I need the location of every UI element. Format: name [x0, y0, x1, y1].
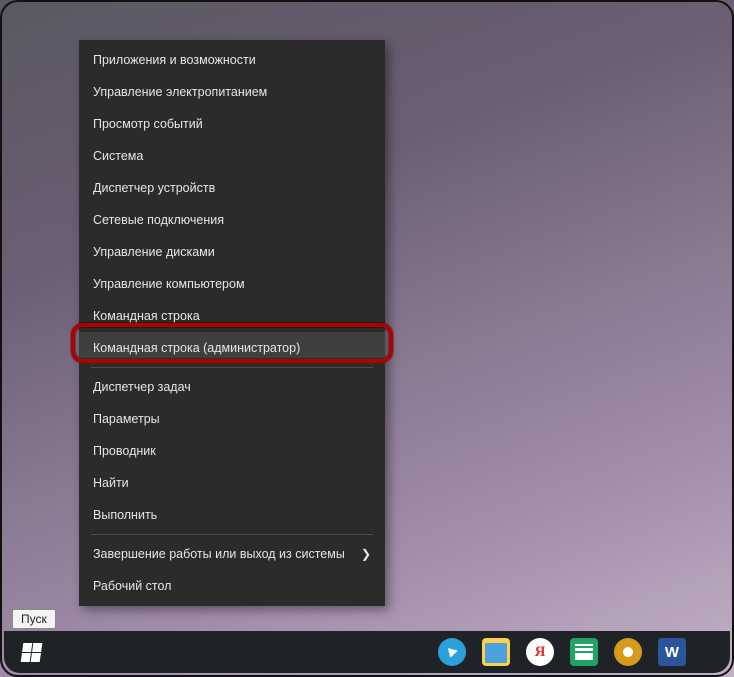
menu-item-command-prompt-admin[interactable]: Командная строка (администратор)	[79, 332, 385, 364]
menu-item-label: Диспетчер устройств	[93, 181, 215, 195]
menu-item-event-viewer[interactable]: Просмотр событий	[79, 108, 385, 140]
menu-item-label: Диспетчер задач	[93, 380, 191, 394]
windows-logo-icon	[20, 643, 42, 662]
menu-item-settings[interactable]: Параметры	[79, 403, 385, 435]
winx-context-menu: Приложения и возможности Управление элек…	[79, 40, 385, 606]
menu-item-label: Управление электропитанием	[93, 85, 267, 99]
menu-item-label: Найти	[93, 476, 129, 490]
tooltip-text: Пуск	[21, 612, 47, 626]
menu-item-label: Управление дисками	[93, 245, 215, 259]
menu-item-label: Проводник	[93, 444, 156, 458]
menu-item-search[interactable]: Найти	[79, 467, 385, 499]
menu-item-label: Командная строка (администратор)	[93, 341, 300, 355]
menu-item-apps-features[interactable]: Приложения и возможности	[79, 44, 385, 76]
telegram-icon[interactable]	[438, 638, 466, 666]
menu-item-network-connections[interactable]: Сетевые подключения	[79, 204, 385, 236]
menu-item-label: Управление компьютером	[93, 277, 245, 291]
menu-separator	[91, 367, 373, 368]
file-explorer-icon[interactable]	[482, 638, 510, 666]
start-tooltip: Пуск	[12, 609, 56, 629]
menu-item-command-prompt[interactable]: Командная строка	[79, 300, 385, 332]
menu-item-label: Рабочий стол	[93, 579, 171, 593]
word-icon[interactable]: W	[658, 638, 686, 666]
menu-item-shutdown-signout[interactable]: Завершение работы или выход из системы ❯	[79, 538, 385, 570]
yandex-icon[interactable]: Я	[526, 638, 554, 666]
icon-glyph: W	[665, 644, 679, 661]
menu-item-label: Командная строка	[93, 309, 200, 323]
start-button[interactable]	[8, 631, 54, 673]
menu-item-label: Система	[93, 149, 143, 163]
menu-item-run[interactable]: Выполнить	[79, 499, 385, 531]
icon-glyph: Я	[535, 644, 546, 661]
menu-item-file-explorer[interactable]: Проводник	[79, 435, 385, 467]
chevron-right-icon: ❯	[361, 547, 371, 561]
menu-item-label: Просмотр событий	[93, 117, 203, 131]
menu-item-disk-management[interactable]: Управление дисками	[79, 236, 385, 268]
menu-item-label: Сетевые подключения	[93, 213, 224, 227]
menu-item-task-manager[interactable]: Диспетчер задач	[79, 371, 385, 403]
menu-item-system[interactable]: Система	[79, 140, 385, 172]
tips-icon[interactable]	[614, 638, 642, 666]
menu-item-desktop[interactable]: Рабочий стол	[79, 570, 385, 602]
sheets-icon[interactable]	[570, 638, 598, 666]
taskbar-icons: Я W	[438, 638, 726, 666]
menu-item-label: Завершение работы или выход из системы	[93, 547, 345, 561]
menu-separator	[91, 534, 373, 535]
menu-item-label: Параметры	[93, 412, 160, 426]
taskbar: Я W	[4, 631, 730, 673]
menu-item-label: Приложения и возможности	[93, 53, 256, 67]
menu-item-power-options[interactable]: Управление электропитанием	[79, 76, 385, 108]
menu-item-computer-management[interactable]: Управление компьютером	[79, 268, 385, 300]
menu-item-device-manager[interactable]: Диспетчер устройств	[79, 172, 385, 204]
menu-item-label: Выполнить	[93, 508, 157, 522]
